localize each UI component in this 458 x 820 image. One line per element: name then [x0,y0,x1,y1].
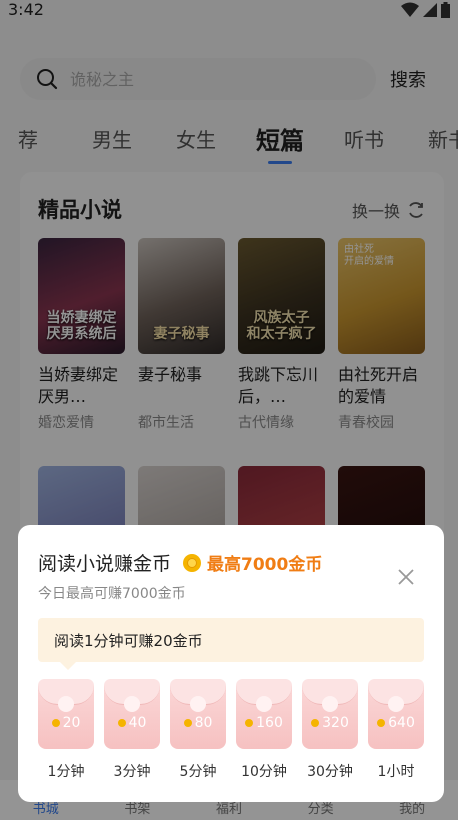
red-envelope-icon: 320 [302,679,358,749]
reward-label: 3分钟 [113,764,151,780]
coin-dot-icon [245,719,254,727]
reward-amount: 640 [388,715,415,731]
reward-amount: 80 [194,715,213,731]
close-icon[interactable] [396,567,416,587]
coin-dot-icon [311,719,320,727]
reward-item[interactable]: 80 5分钟 [170,679,226,781]
reward-label: 10分钟 [241,764,287,780]
reward-dialog: 阅读小说赚金币 最高7000金币 今日最高可赚7000金币 阅读1分钟可赚20金… [18,525,444,802]
reward-item[interactable]: 320 30分钟 [302,679,358,781]
reading-tip: 阅读1分钟可赚20金币 [38,618,424,662]
dialog-highlight: 最高7000金币 [207,555,323,575]
reward-item[interactable]: 20 1分钟 [38,679,94,781]
red-envelope-icon: 160 [236,679,292,749]
tip-arrow [60,662,76,670]
coin-dot-icon [183,719,192,727]
coin-dot-icon [117,719,126,727]
reward-item[interactable]: 160 10分钟 [236,679,292,781]
dialog-subtitle: 今日最高可赚7000金币 [38,586,186,602]
reward-list: 20 1分钟 40 3分钟 80 5分钟 160 10分钟 320 30分钟 6… [38,679,424,781]
coin-icon [183,553,202,572]
reward-amount: 160 [256,715,283,731]
reward-amount: 40 [128,715,147,731]
reward-label: 5分钟 [179,764,217,780]
coin-dot-icon [51,719,60,727]
dialog-title: 阅读小说赚金币 [38,553,172,575]
red-envelope-icon: 640 [368,679,424,749]
reward-item[interactable]: 40 3分钟 [104,679,160,781]
reward-item[interactable]: 640 1小时 [368,679,424,781]
reward-amount: 20 [62,715,81,731]
red-envelope-icon: 40 [104,679,160,749]
tip-text: 阅读1分钟可赚20金币 [54,632,203,650]
reward-label: 1小时 [377,764,415,780]
red-envelope-icon: 80 [170,679,226,749]
coin-dot-icon [377,719,386,727]
red-envelope-icon: 20 [38,679,94,749]
reward-label: 1分钟 [47,764,85,780]
reward-amount: 320 [322,715,349,731]
reward-label: 30分钟 [307,764,353,780]
dialog-title-row: 阅读小说赚金币 最高7000金币 [38,549,322,576]
